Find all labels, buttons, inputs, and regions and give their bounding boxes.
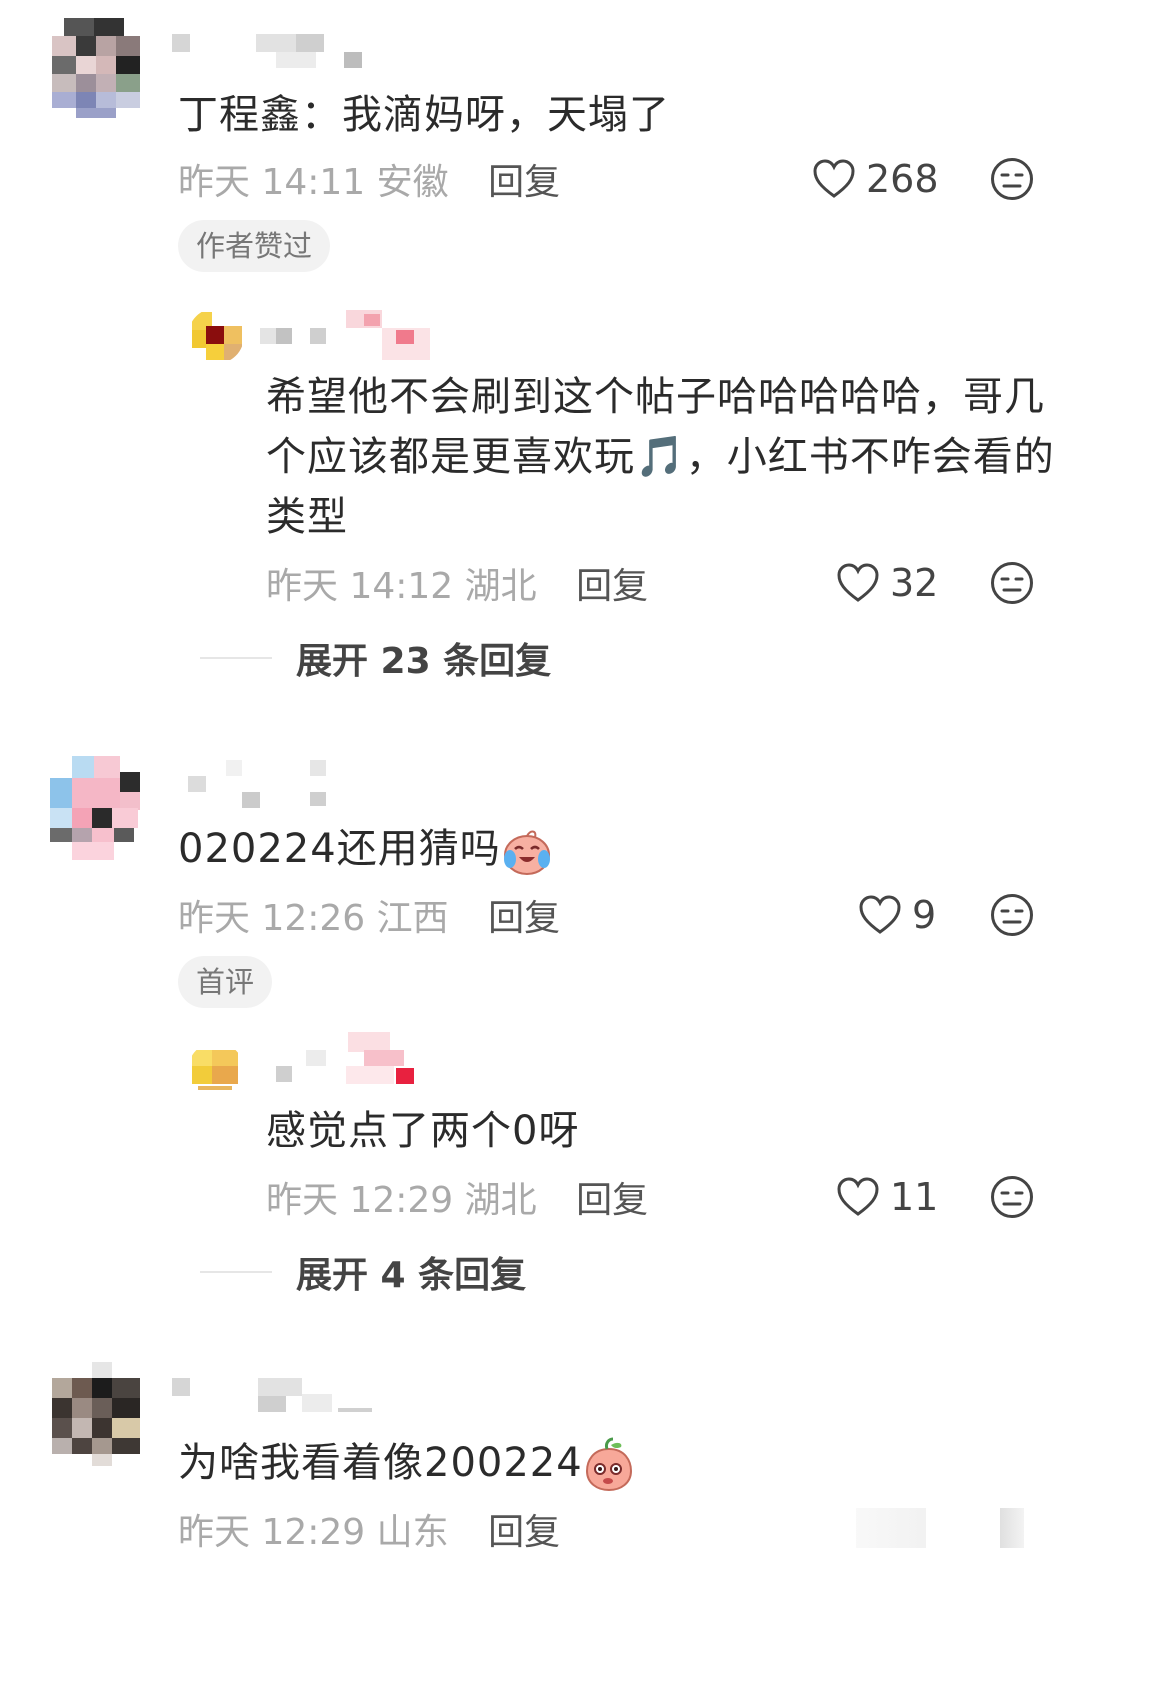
like-count: 32 bbox=[890, 561, 939, 605]
user-avatar[interactable] bbox=[50, 756, 140, 860]
heart-outline-icon bbox=[813, 159, 855, 198]
reply-avatar[interactable] bbox=[188, 1042, 244, 1098]
like-count: 9 bbox=[912, 893, 937, 937]
comment-meta: 昨天 12:26 江西 回复 bbox=[178, 889, 560, 941]
expand-replies-button[interactable]: 展开 23 条回复 bbox=[200, 632, 551, 684]
like-count: 11 bbox=[890, 1175, 939, 1219]
divider bbox=[200, 657, 272, 659]
comment-text-content: 020224还用猜吗 bbox=[178, 826, 501, 872]
neutral-face-icon[interactable] bbox=[990, 1175, 1034, 1219]
heart-outline-icon bbox=[837, 1177, 879, 1216]
first-comment-tag: 首评 bbox=[178, 956, 273, 1008]
reply-meta: 昨天 12:29 湖北 回复 bbox=[266, 1171, 648, 1223]
neutral-face-icon[interactable] bbox=[990, 893, 1034, 937]
heart-outline-icon bbox=[859, 895, 901, 934]
username-blurred[interactable] bbox=[188, 760, 338, 810]
username-blurred[interactable] bbox=[172, 34, 372, 74]
comment-meta: 昨天 12:29 山东 回复 bbox=[178, 1503, 560, 1555]
comment-location: 山东 bbox=[376, 1512, 449, 1553]
reply-text-line-2: 个应该都是更喜欢玩🎵，小红书不咋会看的 bbox=[266, 434, 1055, 480]
comment-meta: 昨天 14:11 安徽 回复 bbox=[178, 153, 560, 205]
comment-text: 020224还用猜吗 bbox=[178, 816, 553, 882]
comment-text-content: 为啥我看着像200224 bbox=[178, 1440, 583, 1486]
like-count: 268 bbox=[866, 157, 939, 201]
like-button[interactable]: 9 bbox=[858, 893, 936, 937]
divider bbox=[200, 1271, 272, 1273]
reply-button[interactable]: 回复 bbox=[488, 162, 560, 203]
comment-location: 江西 bbox=[376, 898, 449, 939]
comment-time: 昨天 12:26 bbox=[178, 898, 366, 939]
comment-text: 为啥我看着像200224 bbox=[178, 1430, 635, 1496]
username-blurred[interactable] bbox=[172, 1378, 372, 1418]
reply-avatar[interactable] bbox=[188, 308, 244, 364]
reply-location: 湖北 bbox=[464, 1180, 537, 1221]
reply-meta: 昨天 14:12 湖北 回复 bbox=[266, 557, 648, 609]
reply-location: 湖北 bbox=[464, 566, 537, 607]
user-avatar[interactable] bbox=[52, 18, 140, 118]
heart-outline-icon bbox=[837, 563, 879, 602]
neutral-face-icon[interactable] bbox=[990, 157, 1034, 201]
reply-text-line-3: 类型 bbox=[266, 494, 348, 540]
comment-time: 昨天 12:29 bbox=[178, 1512, 366, 1553]
comment-location: 安徽 bbox=[376, 162, 449, 203]
reply-button[interactable]: 回复 bbox=[576, 1180, 648, 1221]
expand-label: 展开 23 条回复 bbox=[296, 641, 552, 682]
reply-text-line-1: 希望他不会刷到这个帖子哈哈哈哈哈，哥几 bbox=[266, 374, 1045, 420]
like-button-faded[interactable] bbox=[856, 1508, 926, 1548]
neutral-face-icon[interactable] bbox=[990, 561, 1034, 605]
neutral-face-faded[interactable] bbox=[1000, 1508, 1024, 1548]
reply-button[interactable]: 回复 bbox=[488, 898, 560, 939]
comment-text: 丁程鑫：我滴妈呀，天塌了 bbox=[178, 92, 670, 138]
peach-emoji bbox=[585, 1437, 632, 1492]
crying-laughing-emoji bbox=[503, 830, 550, 875]
reply-text: 感觉点了两个0呀 bbox=[266, 1108, 580, 1154]
user-avatar[interactable] bbox=[52, 1362, 140, 1466]
reply-time: 昨天 14:12 bbox=[266, 566, 454, 607]
reply-time: 昨天 12:29 bbox=[266, 1180, 454, 1221]
reply-button[interactable]: 回复 bbox=[576, 566, 648, 607]
reply-username-blurred[interactable] bbox=[260, 310, 440, 360]
author-liked-tag: 作者赞过 bbox=[178, 220, 331, 272]
expand-replies-button[interactable]: 展开 4 条回复 bbox=[200, 1246, 526, 1298]
comment-time: 昨天 14:11 bbox=[178, 162, 366, 203]
reply-button[interactable]: 回复 bbox=[488, 1512, 560, 1553]
expand-label: 展开 4 条回复 bbox=[296, 1255, 527, 1296]
like-button[interactable]: 11 bbox=[836, 1175, 938, 1219]
like-button[interactable]: 32 bbox=[836, 561, 938, 605]
like-button[interactable]: 268 bbox=[812, 157, 939, 201]
reply-username-blurred[interactable] bbox=[276, 1032, 436, 1088]
